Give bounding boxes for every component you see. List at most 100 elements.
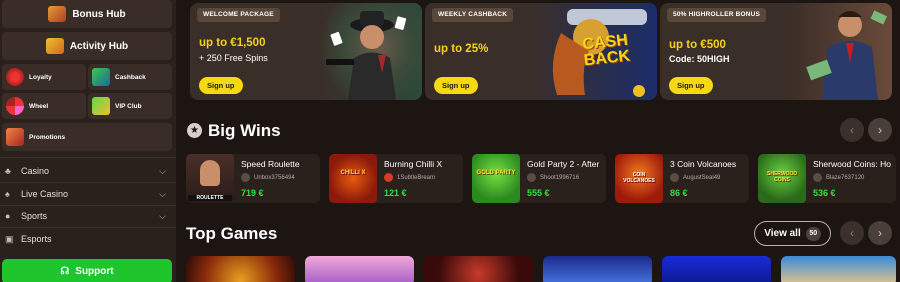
revolver-illustration: CASH BACK — [537, 3, 657, 100]
game-tile[interactable] — [662, 256, 771, 282]
loyalty-label: Loyalty — [29, 73, 52, 81]
game-tile[interactable] — [543, 256, 652, 282]
wheel-label: Wheel — [29, 102, 49, 110]
nav-esports[interactable]: ▣ Esports — [0, 229, 176, 249]
signup-button[interactable]: Sign up — [199, 77, 243, 94]
support-label: Support — [75, 266, 114, 277]
bonus-hub-label: Bonus Hub — [72, 8, 126, 20]
promotions-label: Promotions — [29, 133, 66, 141]
promo-headline: up to 25% — [434, 43, 489, 55]
game-tile[interactable] — [305, 256, 414, 282]
game-tile[interactable] — [781, 256, 896, 282]
prev-arrow-button[interactable]: ‹ — [840, 221, 864, 245]
win-username: Shoot1996716 — [540, 174, 580, 181]
game-thumbnail: GOLD PARTY — [472, 154, 520, 203]
highroller-illustration — [792, 3, 892, 100]
support-button[interactable]: ☊ Support — [2, 259, 172, 282]
wheel-icon — [6, 97, 24, 115]
activity-hub-button[interactable]: Activity Hub — [2, 32, 172, 60]
promo-welcome-package[interactable]: WELCOME PACKAGE up to €1,500 + 250 Free … — [190, 3, 422, 100]
win-amount: 121 € — [384, 188, 407, 198]
next-arrow-button[interactable]: › — [868, 221, 892, 245]
vip-club-label: VIP Club — [115, 102, 142, 110]
big-win-card[interactable]: COIN VOLCANOES 3 Coin Volcanoes AugustSe… — [615, 154, 749, 203]
win-username: AugustSeal49 — [683, 174, 721, 181]
next-arrow-button[interactable]: › — [868, 118, 892, 142]
nav-casino-label: Casino — [21, 166, 50, 176]
win-amount: 536 € — [813, 188, 836, 198]
thumb-label: SHERWOOD COINS — [767, 171, 797, 183]
promo-weekly-cashback[interactable]: CASH BACK WEEKLY CASHBACK up to 25% Sign… — [425, 3, 657, 100]
big-win-card[interactable]: ROULETTE Speed Roulette Unbox3756494 719… — [186, 154, 320, 203]
chevron-left-icon: ‹ — [850, 123, 854, 137]
promo-headline: up to €1,500 — [199, 37, 266, 49]
big-win-card[interactable]: GOLD PARTY Gold Party 2 - After Shoot199… — [472, 154, 606, 203]
game-thumbnail: SHERWOOD COINS — [758, 154, 806, 203]
nav-live-casino[interactable]: ♠ Live Casino ⌵ — [0, 184, 176, 204]
promo-code: Code: 50HIGH — [669, 54, 730, 64]
promo-headline: up to €500 — [669, 39, 726, 51]
win-username: Blaze7637120 — [826, 174, 865, 181]
nav-sports[interactable]: ● Sports ⌵ — [0, 206, 176, 226]
nav-esports-label: Esports — [21, 234, 52, 244]
thumb-label: GOLD PARTY — [476, 170, 516, 176]
win-game-title: Burning Chilli X — [384, 159, 443, 169]
view-all-button[interactable]: View all 50 — [754, 221, 831, 246]
chevron-right-icon: › — [878, 226, 882, 240]
game-tile[interactable] — [424, 256, 533, 282]
game-thumbnail: COIN VOLCANOES — [615, 154, 663, 203]
bonus-hub-button[interactable]: Bonus Hub — [2, 0, 172, 28]
top-games-title: Top Games — [186, 224, 278, 243]
win-user: 1SubtleBream — [384, 173, 435, 182]
game-count-badge: 50 — [805, 226, 821, 241]
gangster-illustration — [312, 3, 422, 100]
trophy-icon — [45, 38, 64, 54]
slot-icon: ♣ — [5, 166, 11, 176]
win-amount: 555 € — [527, 188, 550, 198]
sidebar-item-loyalty[interactable]: Loyalty — [2, 64, 86, 90]
casino-app: Bonus Hub Activity Hub Loyalty Cashback … — [0, 0, 900, 282]
avatar — [813, 173, 822, 182]
win-user: Blaze7637120 — [813, 173, 864, 182]
promo-subline: + 250 Free Spins — [199, 53, 268, 63]
ball-icon: ● — [5, 211, 11, 221]
sidebar: Bonus Hub Activity Hub Loyalty Cashback … — [0, 0, 176, 282]
shield-icon — [6, 68, 24, 86]
signup-button[interactable]: Sign up — [434, 77, 478, 94]
thumb-label: CHILLI X — [340, 170, 366, 176]
promo-tag: WEEKLY CASHBACK — [432, 8, 514, 22]
avatar — [384, 173, 393, 182]
sidebar-item-promotions[interactable]: Promotions — [2, 123, 172, 151]
big-win-card[interactable]: SHERWOOD COINS Sherwood Coins: Hold Blaz… — [758, 154, 896, 203]
megaphone-icon — [6, 128, 24, 146]
signup-button[interactable]: Sign up — [669, 77, 713, 94]
divider — [0, 227, 176, 228]
sidebar-item-wheel[interactable]: Wheel — [2, 93, 86, 119]
win-game-title: Speed Roulette — [241, 159, 300, 169]
divider — [0, 157, 176, 158]
activity-hub-label: Activity Hub — [69, 40, 129, 52]
nav-casino[interactable]: ♣ Casino ⌵ — [0, 161, 176, 181]
avatar — [670, 173, 679, 182]
thumb-label: ROULETTE — [188, 195, 232, 201]
gamepad-icon: ▣ — [5, 233, 14, 244]
headset-icon: ☊ — [60, 266, 70, 277]
chevron-down-icon: ⌵ — [159, 188, 166, 199]
game-thumbnail: CHILLI X — [329, 154, 377, 203]
sidebar-item-vip-club[interactable]: VIP Club — [88, 93, 172, 119]
sidebar-item-cashback[interactable]: Cashback — [88, 64, 172, 90]
win-username: 1SubtleBream — [397, 174, 436, 181]
game-tile[interactable] — [186, 256, 295, 282]
promo-tag: 50% HIGHROLLER BONUS — [667, 8, 767, 22]
view-all-label: View all — [764, 228, 801, 239]
vip-icon — [92, 97, 110, 115]
promo-highroller-bonus[interactable]: 50% HIGHROLLER BONUS up to €500 Code: 50… — [660, 3, 892, 100]
prev-arrow-button[interactable]: ‹ — [840, 118, 864, 142]
divider — [0, 182, 176, 183]
thumb-label: COIN VOLCANOES — [623, 172, 655, 184]
big-wins-icon: ★ — [187, 123, 202, 138]
big-win-card[interactable]: CHILLI X Burning Chilli X 1SubtleBream 1… — [329, 154, 463, 203]
win-user: Unbox3756494 — [241, 173, 295, 182]
chevron-right-icon: › — [878, 123, 882, 137]
win-amount: 86 € — [670, 188, 688, 198]
